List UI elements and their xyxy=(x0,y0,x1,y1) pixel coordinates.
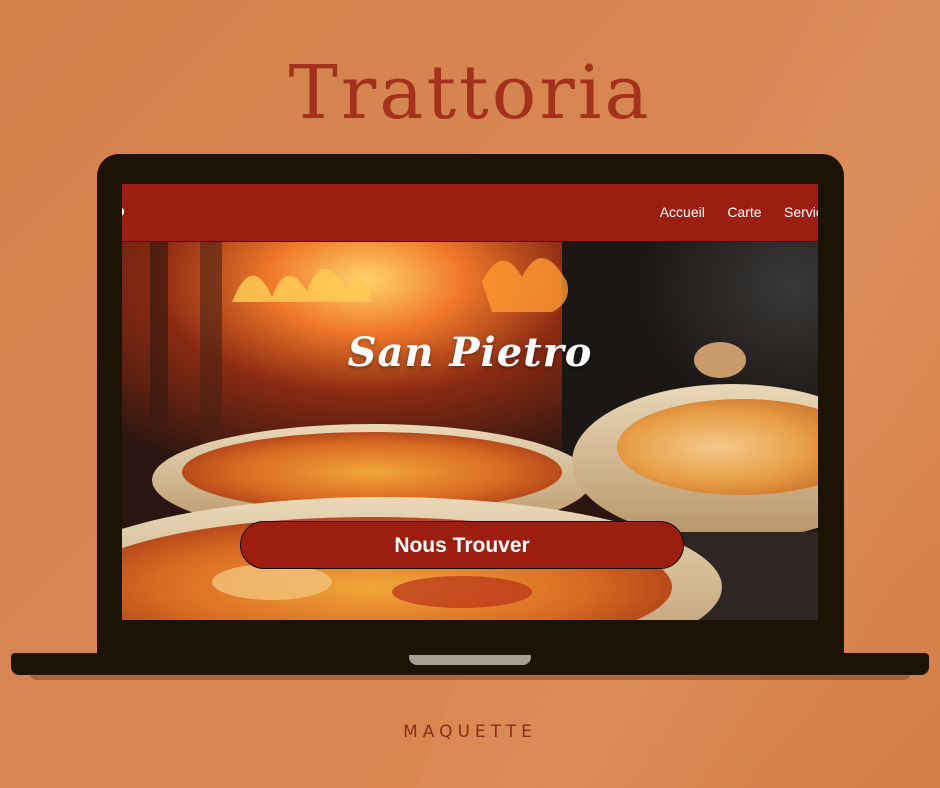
site-logo[interactable]: o xyxy=(122,203,125,221)
nav-link-carte[interactable]: Carte xyxy=(727,204,761,220)
hero-section: San Pietro Nous Trouver xyxy=(122,242,818,620)
page-heading: Trattoria xyxy=(288,50,652,136)
hero-title: San Pietro xyxy=(347,329,593,376)
find-us-button[interactable]: Nous Trouver xyxy=(240,521,684,569)
nav-link-accueil[interactable]: Accueil xyxy=(660,204,705,220)
nav-link-services[interactable]: Servic xyxy=(784,204,818,220)
laptop-screen: o Accueil Carte Servic xyxy=(122,184,818,620)
site-nav: Accueil Carte Servic xyxy=(642,204,818,222)
laptop-base-shadow xyxy=(30,674,910,680)
site-header: o Accueil Carte Servic xyxy=(122,184,818,242)
page-caption: MAQUETTE xyxy=(403,722,537,742)
laptop-notch xyxy=(409,655,531,665)
